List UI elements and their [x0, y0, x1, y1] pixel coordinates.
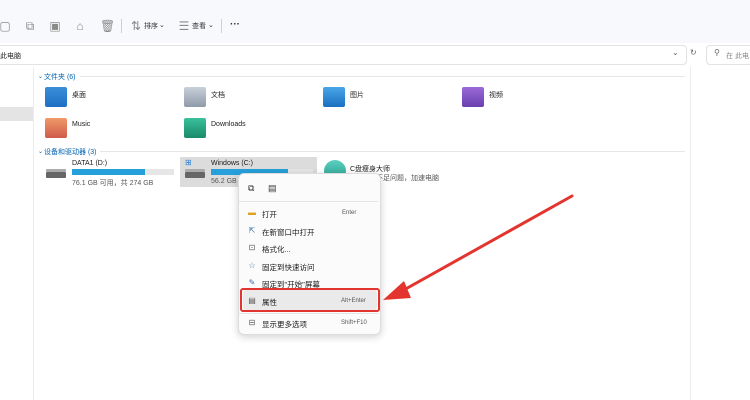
- arrow-head: [383, 281, 411, 300]
- annotation-arrow: [383, 194, 574, 300]
- arrow-shaft: [400, 194, 574, 293]
